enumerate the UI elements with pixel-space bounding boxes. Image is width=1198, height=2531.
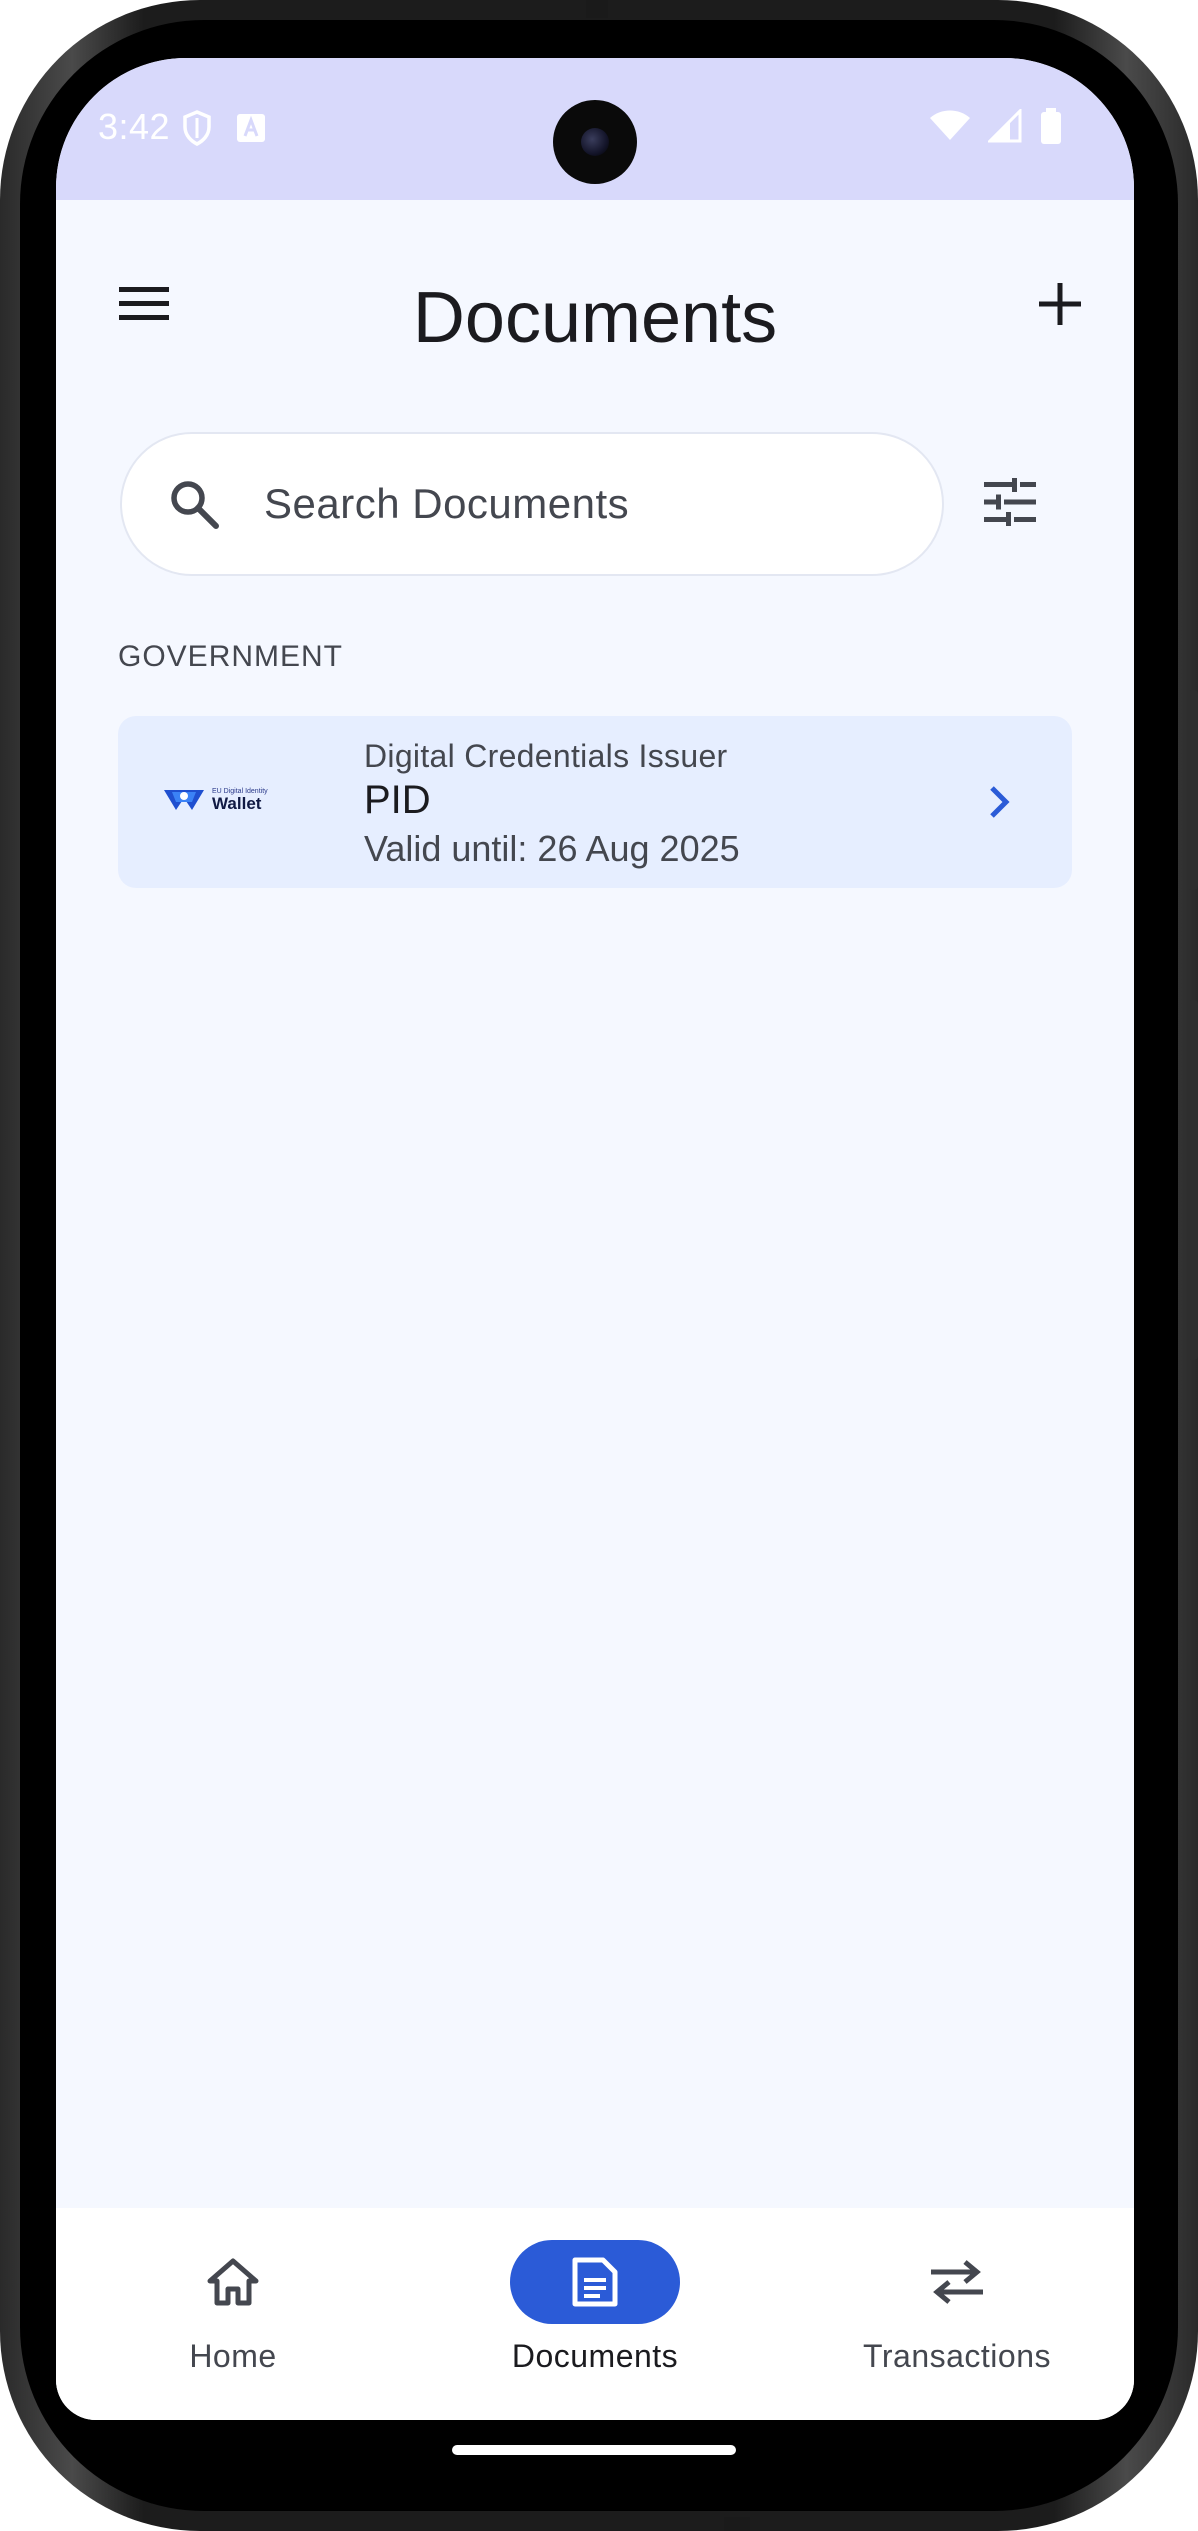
nav-label-home: Home — [189, 2338, 277, 2374]
document-name: PID — [364, 778, 431, 822]
search-icon — [158, 468, 230, 540]
search-input[interactable] — [262, 479, 902, 529]
shield-icon — [182, 110, 212, 151]
status-left-icons — [182, 110, 266, 151]
nav-label-documents: Documents — [511, 2338, 679, 2374]
status-bar: 3:42 — [56, 58, 1134, 200]
nav-label-transactions: Transactions — [863, 2338, 1051, 2374]
home-indicator[interactable] — [452, 2445, 736, 2455]
add-document-button[interactable] — [1024, 270, 1096, 342]
issuer-logo: EU Digital Identity Wallet — [162, 776, 280, 826]
battery-icon — [1040, 108, 1062, 149]
section-label-government: GOVERNMENT — [118, 640, 344, 673]
wifi-icon — [930, 110, 970, 147]
screen: 3:42 Documents Search Documents GOVERNME… — [56, 58, 1134, 2420]
bottom-speaker — [724, 2517, 750, 2531]
logo-text: EU Digital Identity Wallet — [212, 788, 268, 814]
bottom-navigation: Home Documents Transactions — [56, 2208, 1134, 2420]
home-icon — [148, 2240, 318, 2324]
document-validity: Valid until: 26 Aug 2025 — [364, 828, 740, 869]
document-issuer: Digital Credentials Issuer — [364, 738, 728, 774]
tune-icon — [984, 476, 1036, 531]
search-bar[interactable] — [120, 432, 944, 576]
plus-icon — [1039, 282, 1081, 330]
wallet-logo-icon — [162, 784, 206, 819]
document-icon — [510, 2240, 680, 2324]
front-camera — [553, 100, 637, 184]
nav-item-transactions[interactable]: Transactions — [807, 2240, 1107, 2375]
status-time: 3:42 — [98, 106, 171, 147]
page-title: Documents — [412, 278, 778, 358]
phone-frame: 3:42 Documents Search Documents GOVERNME… — [0, 0, 1198, 2531]
side-button-power — [1188, 690, 1198, 890]
nav-item-documents[interactable]: Documents — [445, 2240, 745, 2375]
top-app-bar: Documents — [56, 200, 1134, 390]
logo-wordmark: Wallet — [212, 794, 262, 814]
nav-item-home[interactable]: Home — [83, 2240, 383, 2375]
swap-icon — [872, 2240, 1042, 2324]
text-a-icon — [236, 113, 266, 148]
document-card-pid[interactable]: EU Digital Identity Wallet Digital Crede… — [118, 716, 1072, 888]
top-speaker — [586, 0, 608, 18]
status-right-icons — [930, 107, 1062, 149]
signal-icon — [986, 107, 1022, 148]
chevron-right-icon — [974, 776, 1026, 828]
side-button-volume — [1188, 1000, 1198, 1360]
filter-button[interactable] — [974, 468, 1046, 540]
